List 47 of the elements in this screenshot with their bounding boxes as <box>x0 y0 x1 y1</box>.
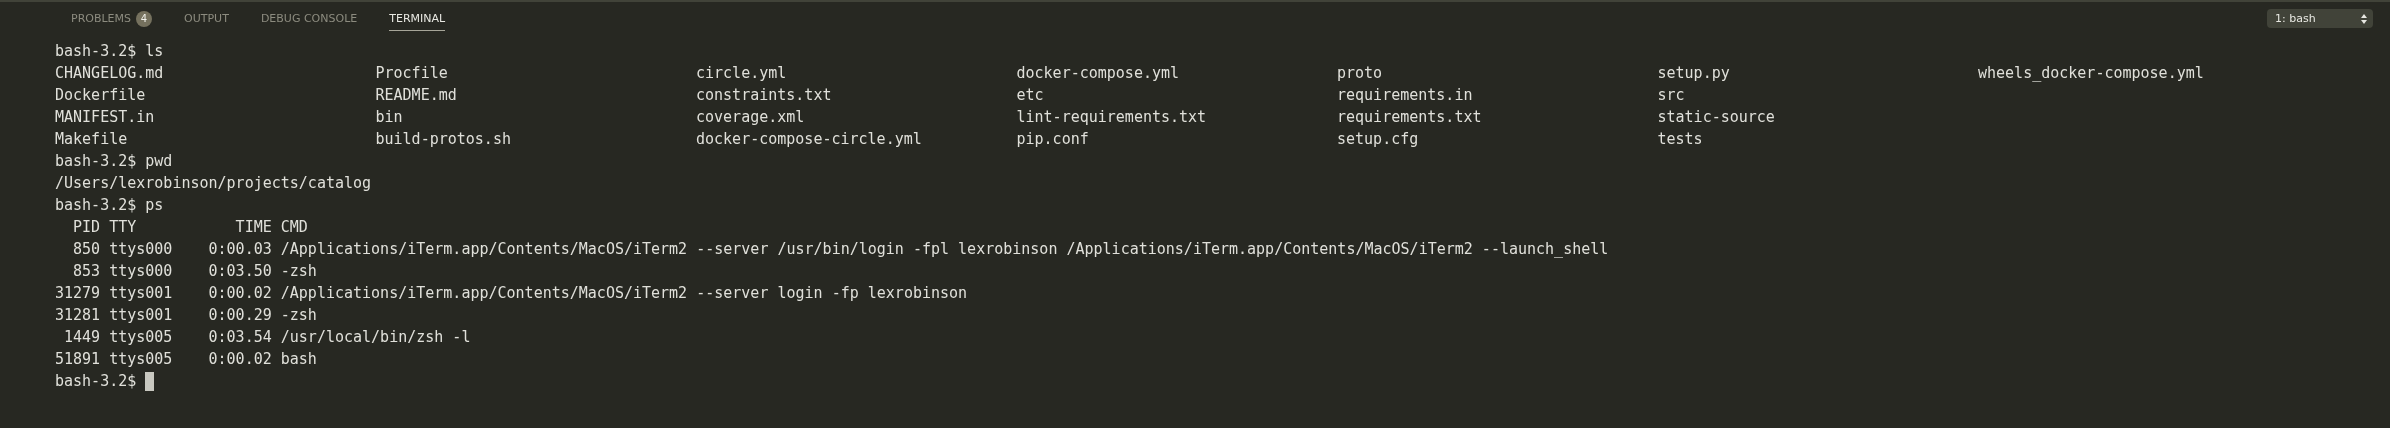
file-name: etc <box>1016 85 1044 106</box>
file-name: requirements.txt <box>1337 107 1482 128</box>
count-badge: 4 <box>136 10 153 27</box>
file-name: wheels_docker-compose.yml <box>1978 63 2204 84</box>
file-name: docker-compose.yml <box>1016 63 1180 84</box>
file-name: lint-requirements.txt <box>1016 107 1207 128</box>
shell-prompt: bash-3.2$ <box>55 195 137 216</box>
output-line: 31279 ttys001 0:00.02 /Applications/iTerm.app/Contents/MacOS/iTerm2 --server login -fp lexrobinson <box>55 283 968 304</box>
file-name: circle.yml <box>696 63 787 84</box>
file-name: coverage.xml <box>696 107 805 128</box>
output-line: 850 ttys000 0:00.03 /Applications/iTerm.app/Contents/MacOS/iTerm2 --server /usr/bin/login -fpl lexrobinson /Applications/iTerm.app/Contents/MacOS/iTerm2 --launch_shell <box>72 239 1609 260</box>
typed-command: ps <box>145 195 164 216</box>
panel-tab[interactable]: PROBLEMS 4 <box>71 4 153 33</box>
file-name: setup.cfg <box>1337 129 1419 150</box>
output-line: 31281 ttys001 0:00.29 -zsh <box>55 305 317 326</box>
file-name: setup.py <box>1657 63 1730 84</box>
panel-tab[interactable]: DEBUG CONSOLE <box>260 6 358 31</box>
shell-prompt: bash-3.2$ <box>55 41 137 62</box>
file-name: constraints.txt <box>696 85 832 106</box>
file-name: tests <box>1657 129 1703 150</box>
file-name: src <box>1657 85 1685 106</box>
file-name: README.md <box>375 85 457 106</box>
file-name: requirements.in <box>1337 85 1473 106</box>
file-name: Procfile <box>375 63 448 84</box>
output-line: 1449 ttys005 0:03.54 /usr/local/bin/zsh -l <box>63 327 471 348</box>
typed-command: ls <box>145 41 164 62</box>
output-line: PID TTY TIME CMD <box>72 217 308 238</box>
output-line: 51891 ttys005 0:00.02 bash <box>55 349 317 370</box>
terminal-dropdown[interactable]: 1: bash <box>2267 9 2373 28</box>
file-name: MANIFEST.in <box>55 107 155 128</box>
file-name: bin <box>375 107 403 128</box>
file-name: pip.conf <box>1016 129 1089 150</box>
file-name: CHANGELOG.md <box>55 63 164 84</box>
shell-prompt: bash-3.2$ <box>55 151 137 172</box>
file-name: build-protos.sh <box>375 129 511 150</box>
file-name: docker-compose-circle.yml <box>696 129 922 150</box>
output-line: /Users/lexrobinson/projects/catalog <box>55 173 372 194</box>
typed-command: pwd <box>145 151 173 172</box>
shell-prompt: bash-3.2$ <box>55 371 137 392</box>
up-down-arrows-icon <box>2361 13 2367 24</box>
output-line: 853 ttys000 0:03.50 -zsh <box>72 261 317 282</box>
file-name: Dockerfile <box>55 85 146 106</box>
file-name: static-source <box>1657 107 1775 128</box>
file-name: proto <box>1337 63 1383 84</box>
file-name: Makefile <box>55 129 128 150</box>
panel-tab[interactable]: TERMINAL <box>389 6 446 31</box>
panel-tab[interactable]: OUTPUT <box>184 6 229 31</box>
